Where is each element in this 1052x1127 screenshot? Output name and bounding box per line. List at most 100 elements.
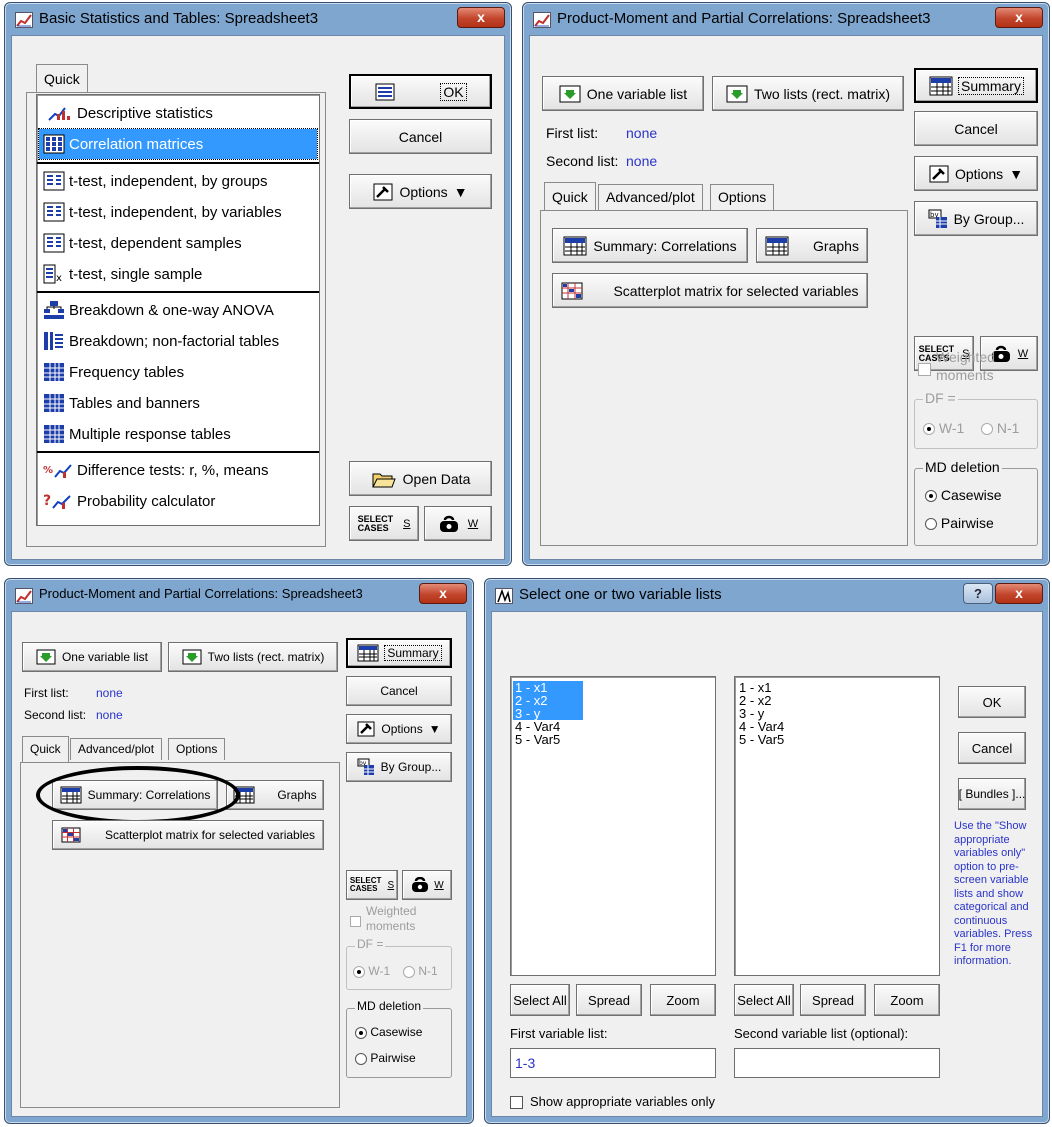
options-button[interactable]: Options ▼ [914,156,1038,191]
cancel-button[interactable]: Cancel [346,676,452,706]
two-lists-button[interactable]: Two lists (rect. matrix) [168,642,338,672]
spread-button-1[interactable]: Spread [576,984,642,1016]
list-item-multiple-response[interactable]: Multiple response tables [39,419,317,449]
select-all-button-1[interactable]: Select All [510,984,570,1016]
help-button[interactable]: ? [963,583,993,604]
cancel-label: Cancel [380,684,418,698]
first-list-value: none [626,125,658,141]
list-item-label: Tables and banners [69,394,200,412]
options-button[interactable]: Options ▼ [346,714,452,744]
statistica-app-icon [15,588,33,604]
list-item-breakdown-anova[interactable]: Breakdown & one-way ANOVA [39,295,317,325]
summary-correlations-button[interactable]: Summary: Correlations [552,228,748,263]
select-all-button-2[interactable]: Select All [734,984,794,1016]
tab-quick[interactable]: Quick [36,64,88,94]
summary-button[interactable]: Summary [346,638,452,668]
df-n1-option[interactable]: N-1 [403,964,438,978]
list-item-difference-tests[interactable]: % Difference tests: r, %, means [39,455,317,485]
close-button[interactable]: x [419,583,467,604]
casewise-radio[interactable]: Casewise [355,1025,422,1039]
first-variable-list-input[interactable]: 1-3 [510,1048,716,1078]
list-item-frequency-tables[interactable]: Frequency tables [39,357,317,387]
cancel-button[interactable]: Cancel [914,111,1038,146]
basic-stats-window: Basic Statistics and Tables: Spreadsheet… [4,2,512,566]
title-bar[interactable]: Product-Moment and Partial Correlations:… [529,7,1043,33]
by-group-button[interactable]: by By Group... [914,201,1038,236]
tab-advanced-plot[interactable]: Advanced/plot [70,738,163,760]
select-cases-button[interactable]: SELECT CASES S [349,506,419,541]
select-cases-icon: SELECT CASES [349,876,382,893]
cancel-button[interactable]: Cancel [958,732,1026,764]
summary-button[interactable]: Summary [914,68,1038,103]
list-item-ttest-single[interactable]: x t-test, single sample [39,259,317,289]
second-variable-listbox[interactable]: 1 - x1 2 - x2 3 - y 4 - Var4 5 - Var5 [734,676,940,976]
analysis-list[interactable]: Descriptive statistics Correlation matri… [36,94,320,526]
options-button[interactable]: Options ▼ [349,174,492,209]
graphs-button[interactable]: Graphs [226,780,324,810]
weighted-moments-checkbox[interactable] [350,916,361,927]
weighted-moments-checkbox[interactable] [918,363,931,376]
list-item-descriptive[interactable]: Descriptive statistics [39,98,317,128]
first-list-value: none [96,686,123,700]
by-group-button[interactable]: by By Group... [346,752,452,782]
select-cases-button[interactable]: SELECT CASES S [346,870,398,900]
list-item-correlation-matrices[interactable]: Correlation matrices [38,128,318,160]
list-item-tables-banners[interactable]: Tables and banners [39,388,317,418]
tab-advanced-plot[interactable]: Advanced/plot [598,184,703,210]
zoom-button-1[interactable]: Zoom [650,984,716,1016]
tab-quick[interactable]: Quick [544,182,596,212]
variable-item[interactable]: 5 - Var5 [513,733,583,746]
close-button[interactable]: x [995,7,1043,28]
show-appropriate-checkbox[interactable] [510,1096,523,1109]
variable-item[interactable]: 5 - Var5 [737,733,807,746]
close-button[interactable]: x [995,583,1043,604]
pairwise-radio[interactable]: Pairwise [355,1051,416,1065]
list-item-probability-calculator[interactable]: ? Probability calculator [39,486,317,516]
df-n1-option[interactable]: N-1 [981,420,1019,436]
list-item-breakdown-nonfactorial[interactable]: Breakdown; non-factorial tables [39,326,317,356]
one-variable-list-button[interactable]: One variable list [22,642,162,672]
second-list-value: none [96,708,123,722]
summary-icon [563,236,587,255]
list-item-ttest-dependent[interactable]: t-test, dependent samples [39,228,317,258]
list-item-ttest-groups[interactable]: t-test, independent, by groups [39,166,317,196]
weight-button[interactable]: W [402,870,452,900]
select-all-label: Select All [737,992,791,1008]
difference-icon: % [43,464,72,478]
list-item-label: t-test, single sample [69,265,203,283]
close-button[interactable]: x [457,7,505,28]
one-variable-list-button[interactable]: One variable list [542,76,704,111]
graphs-button[interactable]: Graphs [756,228,868,263]
df-w1-option[interactable]: W-1 [923,420,964,436]
zoom-button-2[interactable]: Zoom [874,984,940,1016]
open-data-button[interactable]: Open Data [349,461,492,496]
scatterplot-matrix-button[interactable]: Scatterplot matrix for selected variable… [52,820,324,850]
summary-icon [929,76,953,95]
spread-button-2[interactable]: Spread [800,984,866,1016]
bundles-button[interactable]: [ Bundles ]... [958,778,1026,810]
two-lists-button[interactable]: Two lists (rect. matrix) [712,76,904,111]
casewise-radio[interactable]: Casewise [925,487,1002,503]
title-bar[interactable]: Product-Moment and Partial Correlations:… [11,583,467,609]
cancel-button[interactable]: Cancel [349,119,492,154]
tab-options[interactable]: Options [710,184,775,210]
ok-button[interactable]: OK [958,686,1026,718]
pairwise-radio[interactable]: Pairwise [925,515,994,531]
tab-options[interactable]: Options [168,738,226,760]
open-data-label: Open Data [402,470,471,487]
df-w1-option[interactable]: W-1 [353,964,390,978]
md-deletion-label: MD deletion [923,459,1002,475]
title-bar[interactable]: Basic Statistics and Tables: Spreadsheet… [11,7,505,33]
dialog-client: One variable list Two lists (rect. matri… [11,611,467,1117]
tab-quick[interactable]: Quick [22,736,69,763]
window-title: Product-Moment and Partial Correlations:… [557,10,931,27]
list-item-ttest-variables[interactable]: t-test, independent, by variables [39,197,317,227]
weight-button[interactable]: W [424,506,492,541]
summary-correlations-label: Summary: Correlations [593,237,737,254]
scatterplot-matrix-button[interactable]: Scatterplot matrix for selected variable… [552,273,868,308]
second-variable-list-input[interactable] [734,1048,940,1078]
first-variable-listbox[interactable]: 1 - x1 2 - x2 3 - y 4 - Var4 5 - Var5 [510,676,716,976]
ok-button[interactable]: OK [349,74,492,109]
options-label: Options [954,165,1004,182]
title-bar[interactable]: Select one or two variable lists ? x [491,583,1043,609]
